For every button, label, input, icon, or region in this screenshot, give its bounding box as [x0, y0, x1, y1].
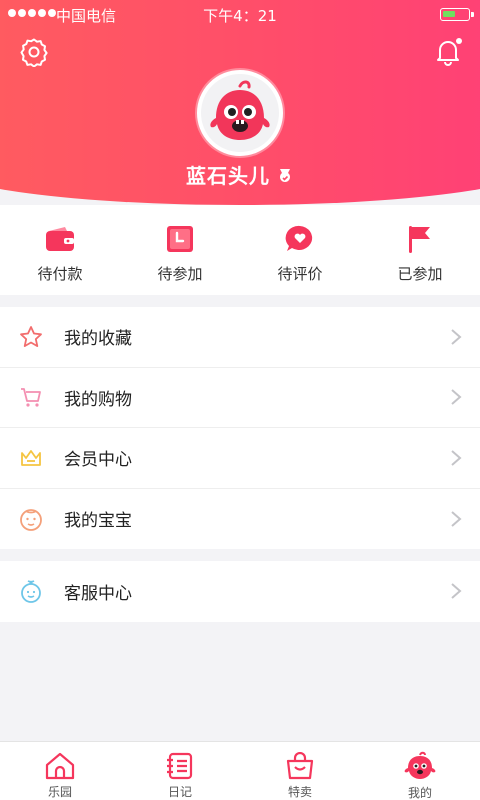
calendar-clock-icon: [164, 223, 196, 255]
chevron-right-icon: [451, 328, 462, 345]
tab-label: 我的: [407, 786, 432, 800]
settings-button[interactable]: [16, 34, 52, 70]
order-pending-review[interactable]: 待评价: [240, 205, 360, 295]
status-time: 下午4：21: [203, 7, 277, 25]
order-pending-attend[interactable]: 待参加: [120, 205, 240, 295]
order-attended[interactable]: 已参加: [360, 205, 480, 295]
bell-icon: [437, 38, 462, 66]
member-badge-icon: [276, 166, 294, 190]
notification-button[interactable]: [430, 34, 466, 70]
chevron-right-icon: [451, 510, 462, 527]
gear-icon: [20, 38, 48, 67]
flag-icon: [404, 223, 436, 255]
bottom-tab-bar: 乐园 日记 特卖 我的: [0, 741, 480, 800]
star-icon: [18, 324, 44, 350]
menu-item-customer-service[interactable]: 客服中心: [0, 561, 480, 622]
profile-header: 中国电信 下午4：21 蓝石头儿: [0, 0, 480, 205]
menu-label: 客服中心: [64, 583, 132, 604]
order-label: 待付款: [37, 265, 83, 283]
mascot-icon: [403, 751, 437, 781]
status-bar: 中国电信 下午4：21: [0, 0, 480, 28]
order-status-bar: 待付款 待参加 待评价 已参加: [0, 205, 480, 295]
chevron-right-icon: [451, 583, 462, 600]
home-icon: [43, 751, 77, 780]
username-text: 蓝石头儿: [186, 164, 270, 188]
tab-paradise[interactable]: 乐园: [0, 742, 120, 800]
cart-icon: [18, 384, 44, 410]
tab-sale[interactable]: 特卖: [240, 742, 360, 800]
menu-label: 我的宝宝: [64, 511, 132, 532]
chevron-right-icon: [451, 389, 462, 406]
order-label: 待评价: [277, 265, 323, 283]
shopping-bag-icon: [283, 751, 317, 780]
menu-group-service: 客服中心: [0, 561, 480, 622]
menu-item-membership[interactable]: 会员中心: [0, 428, 480, 489]
menu-item-baby[interactable]: 我的宝宝: [0, 489, 480, 550]
menu-item-shopping[interactable]: 我的购物: [0, 368, 480, 428]
tab-diary[interactable]: 日记: [120, 742, 240, 800]
mascot-avatar-icon: [210, 80, 270, 140]
username: 蓝石头儿: [0, 160, 480, 190]
chevron-right-icon: [451, 449, 462, 466]
wallet-icon: [44, 223, 76, 255]
menu-group-main: 我的收藏 我的购物 会员中心 我的宝宝: [0, 307, 480, 549]
tab-label: 乐园: [47, 785, 72, 799]
service-icon: [18, 578, 44, 604]
menu-label: 会员中心: [64, 450, 132, 471]
tab-mine[interactable]: 我的: [360, 742, 480, 800]
comment-heart-icon: [284, 223, 316, 255]
order-label: 待参加: [157, 265, 203, 283]
order-label: 已参加: [397, 265, 443, 283]
menu-label: 我的购物: [64, 389, 132, 410]
battery-icon: [440, 8, 474, 21]
menu-item-favorites[interactable]: 我的收藏: [0, 307, 480, 368]
tab-label: 日记: [167, 785, 192, 799]
baby-face-icon: [18, 506, 44, 532]
diary-icon: [163, 751, 197, 780]
avatar[interactable]: [197, 70, 283, 156]
menu-label: 我的收藏: [64, 329, 132, 350]
crown-icon: [18, 445, 44, 471]
order-pending-payment[interactable]: 待付款: [0, 205, 120, 295]
tab-label: 特卖: [287, 785, 312, 799]
